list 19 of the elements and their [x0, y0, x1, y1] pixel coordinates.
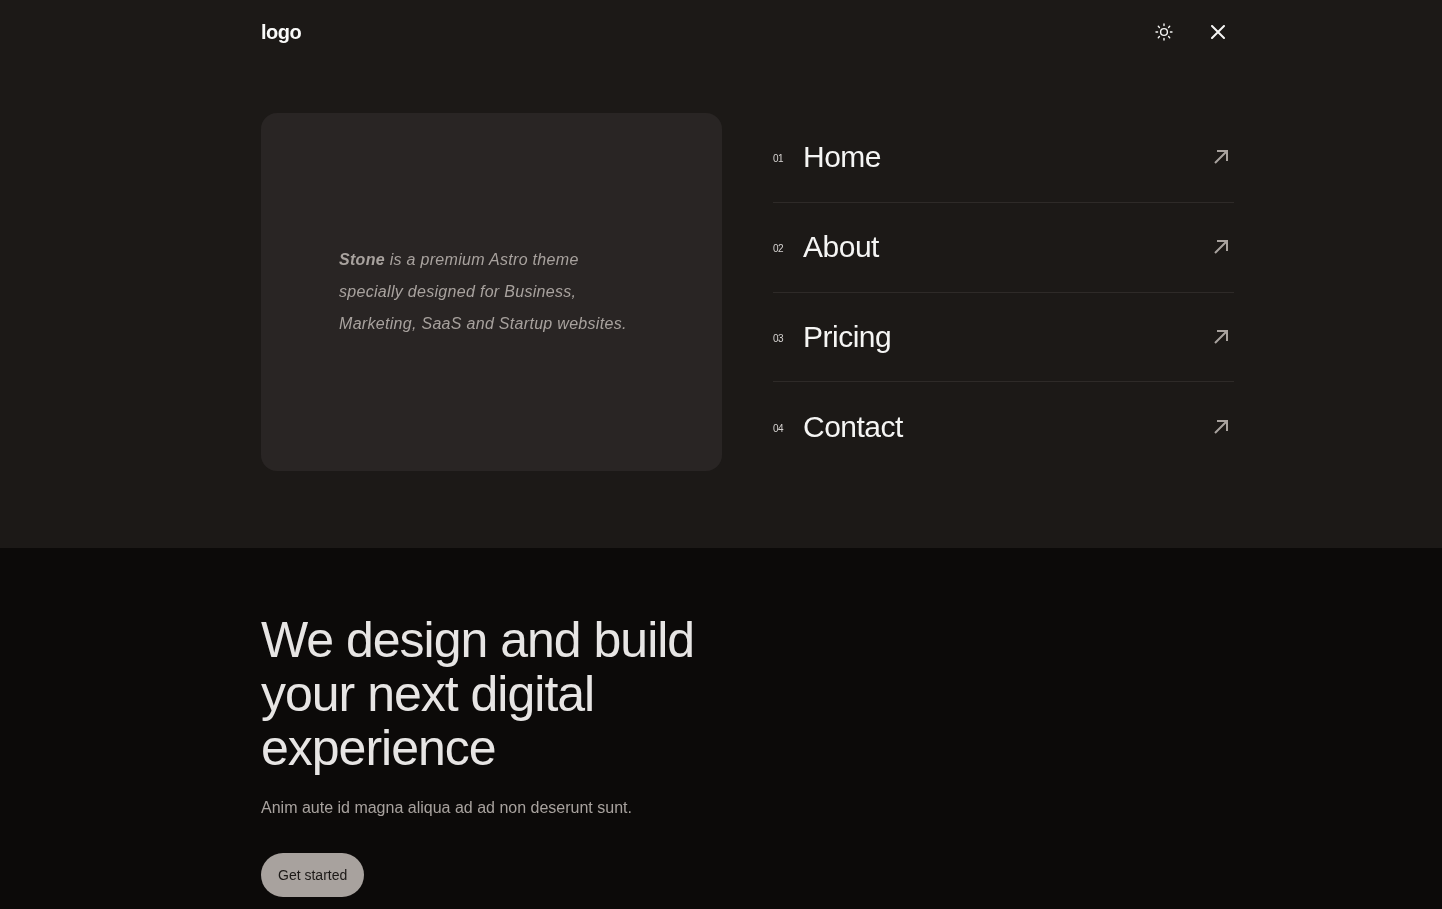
- arrow-icon: [1214, 150, 1228, 165]
- logo-link[interactable]: logo: [261, 17, 302, 47]
- close-icon: [1211, 25, 1225, 39]
- item-number: 01: [773, 153, 784, 165]
- nav-link[interactable]: Contact: [803, 408, 903, 445]
- item-number: 02: [773, 243, 784, 255]
- nav-link[interactable]: Home: [803, 139, 882, 176]
- arrow-icon: [1214, 329, 1228, 344]
- sun-icon: [1155, 23, 1173, 41]
- hero-text: Anim aute id magna aliqua ad ad non deserunt sunt.: [261, 798, 633, 818]
- nav-link[interactable]: Pricing: [803, 318, 892, 355]
- hero-heading: We design and build your next digital experience: [261, 613, 696, 775]
- arrow-icon: [1214, 240, 1228, 255]
- get-started-button[interactable]: Get started: [261, 853, 365, 897]
- arrow-icon: [1214, 419, 1228, 434]
- nav-link[interactable]: About: [803, 229, 879, 266]
- intro-text: Stone is a premium Astro theme specially designed for Business, Marketing, SaaS and Startup websites.: [339, 250, 628, 334]
- item-number: 04: [773, 422, 784, 434]
- item-number: 03: [773, 332, 784, 344]
